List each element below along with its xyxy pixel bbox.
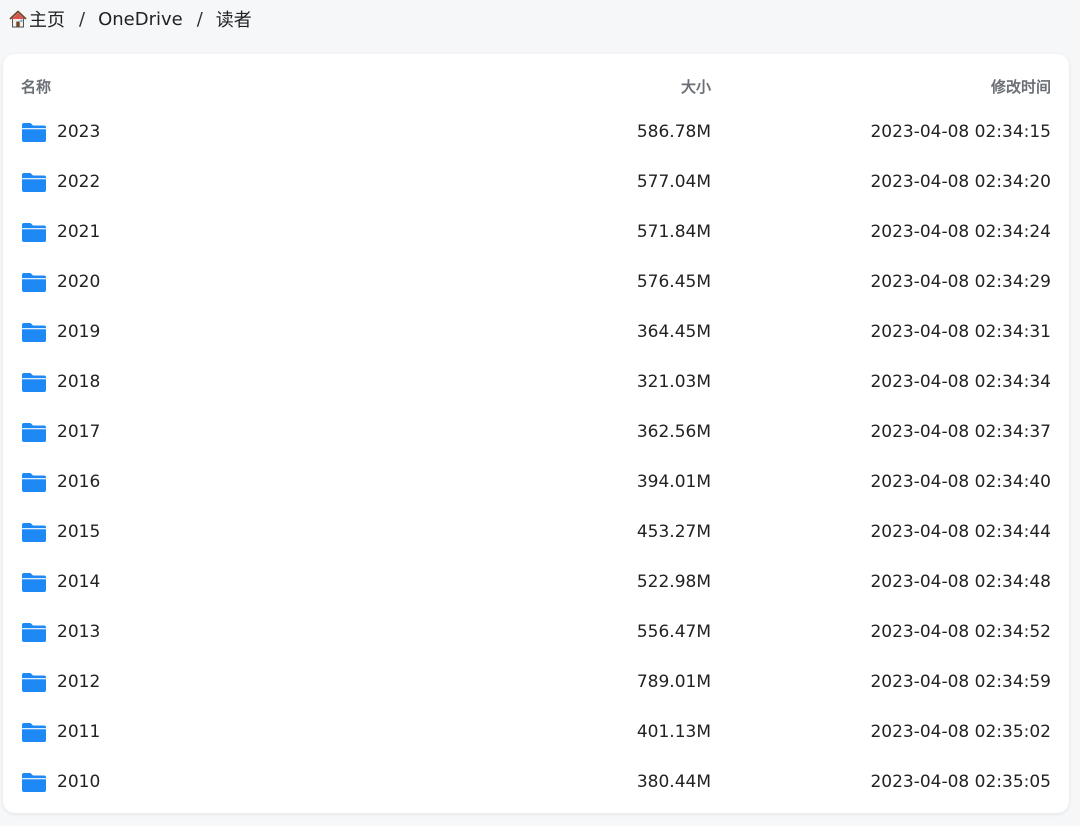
folder-name[interactable]: 2017 <box>57 422 100 442</box>
folder-name[interactable]: 2022 <box>57 172 100 192</box>
breadcrumb-home-label: 主页 <box>29 10 65 31</box>
table-row[interactable]: 2013 556.47M 2023-04-08 02:34:52 <box>3 608 1069 658</box>
table-row[interactable]: 2016 394.01M 2023-04-08 02:34:40 <box>3 458 1069 508</box>
folder-size: 577.04M <box>636 172 711 192</box>
folder-modified-time: 2023-04-08 02:34:48 <box>870 572 1051 592</box>
table-row[interactable]: 2022 577.04M 2023-04-08 02:34:20 <box>3 158 1069 208</box>
folder-modified-time: 2023-04-08 02:34:44 <box>870 522 1051 542</box>
table-row[interactable]: 2019 364.45M 2023-04-08 02:34:31 <box>3 308 1069 358</box>
folder-modified-time: 2023-04-08 02:34:37 <box>870 422 1051 442</box>
table-row[interactable]: 2010 380.44M 2023-04-08 02:35:05 <box>3 758 1069 808</box>
folder-name[interactable]: 2011 <box>57 722 100 742</box>
table-row[interactable]: 2014 522.98M 2023-04-08 02:34:48 <box>3 558 1069 608</box>
folder-size: 401.13M <box>636 722 711 742</box>
folder-size: 576.45M <box>636 272 711 292</box>
file-list: 名称 大小 修改时间 2023 586.78M 2023-04-08 02:34:1… <box>3 54 1069 813</box>
folder-modified-time: 2023-04-08 02:34:24 <box>870 222 1051 242</box>
folder-size: 364.45M <box>636 322 711 342</box>
folder-icon <box>22 723 46 742</box>
folder-icon <box>22 323 46 342</box>
folder-modified-time: 2023-04-08 02:34:29 <box>870 272 1051 292</box>
folder-icon <box>22 773 46 792</box>
table-row[interactable]: 2011 401.13M 2023-04-08 02:35:02 <box>3 708 1069 758</box>
folder-size: 556.47M <box>636 622 711 642</box>
folder-size: 789.01M <box>636 672 711 692</box>
folder-modified-time: 2023-04-08 02:34:20 <box>870 172 1051 192</box>
folder-icon <box>22 573 46 592</box>
folder-size: 571.84M <box>636 222 711 242</box>
folder-icon <box>22 123 46 142</box>
folder-icon <box>22 423 46 442</box>
home-icon <box>9 10 27 28</box>
breadcrumb-item-current[interactable]: 读者 <box>216 6 252 32</box>
breadcrumb-separator: / <box>196 8 203 30</box>
table-row[interactable]: 2012 789.01M 2023-04-08 02:34:59 <box>3 658 1069 708</box>
folder-icon <box>22 673 46 692</box>
breadcrumb-item-onedrive[interactable]: OneDrive <box>98 9 183 30</box>
breadcrumb-separator: / <box>79 8 86 30</box>
folder-size: 453.27M <box>636 522 711 542</box>
folder-size: 380.44M <box>636 772 711 792</box>
folder-modified-time: 2023-04-08 02:34:40 <box>870 472 1051 492</box>
folder-name[interactable]: 2015 <box>57 522 100 542</box>
folder-modified-time: 2023-04-08 02:35:02 <box>870 722 1051 742</box>
folder-modified-time: 2023-04-08 02:34:52 <box>870 622 1051 642</box>
folder-size: 362.56M <box>636 422 711 442</box>
folder-icon <box>22 173 46 192</box>
folder-modified-time: 2023-04-08 02:34:59 <box>870 672 1051 692</box>
folder-icon <box>22 223 46 242</box>
breadcrumb: 主页 / OneDrive / 读者 <box>8 6 252 32</box>
folder-size: 586.78M <box>636 122 711 142</box>
folder-size: 522.98M <box>636 572 711 592</box>
folder-modified-time: 2023-04-08 02:34:31 <box>870 322 1051 342</box>
folder-icon <box>22 623 46 642</box>
table-row[interactable]: 2017 362.56M 2023-04-08 02:34:37 <box>3 408 1069 458</box>
folder-icon <box>22 523 46 542</box>
folder-modified-time: 2023-04-08 02:34:34 <box>870 372 1051 392</box>
breadcrumb-home[interactable]: 主页 <box>8 6 65 32</box>
folder-size: 394.01M <box>636 472 711 492</box>
folder-size: 321.03M <box>636 372 711 392</box>
folder-name[interactable]: 2010 <box>57 772 100 792</box>
folder-name[interactable]: 2021 <box>57 222 100 242</box>
header-name[interactable]: 名称 <box>21 76 51 97</box>
folder-name[interactable]: 2013 <box>57 622 100 642</box>
folder-icon <box>22 273 46 292</box>
header-size[interactable]: 大小 <box>681 76 711 97</box>
table-row[interactable]: 2021 571.84M 2023-04-08 02:34:24 <box>3 208 1069 258</box>
table-row[interactable]: 2023 586.78M 2023-04-08 02:34:15 <box>3 108 1069 158</box>
table-row[interactable]: 2015 453.27M 2023-04-08 02:34:44 <box>3 508 1069 558</box>
file-list-header: 名称 大小 修改时间 <box>3 54 1069 116</box>
folder-name[interactable]: 2014 <box>57 572 100 592</box>
folder-modified-time: 2023-04-08 02:34:15 <box>870 122 1051 142</box>
header-modified[interactable]: 修改时间 <box>991 76 1051 97</box>
file-list-rows: 2023 586.78M 2023-04-08 02:34:15 2022 577.04… <box>3 108 1069 808</box>
table-row[interactable]: 2020 576.45M 2023-04-08 02:34:29 <box>3 258 1069 308</box>
folder-name[interactable]: 2012 <box>57 672 100 692</box>
folder-name[interactable]: 2023 <box>57 122 100 142</box>
folder-name[interactable]: 2019 <box>57 322 100 342</box>
folder-name[interactable]: 2018 <box>57 372 100 392</box>
folder-modified-time: 2023-04-08 02:35:05 <box>870 772 1051 792</box>
folder-icon <box>22 473 46 492</box>
folder-name[interactable]: 2020 <box>57 272 100 292</box>
folder-icon <box>22 373 46 392</box>
folder-name[interactable]: 2016 <box>57 472 100 492</box>
table-row[interactable]: 2018 321.03M 2023-04-08 02:34:34 <box>3 358 1069 408</box>
